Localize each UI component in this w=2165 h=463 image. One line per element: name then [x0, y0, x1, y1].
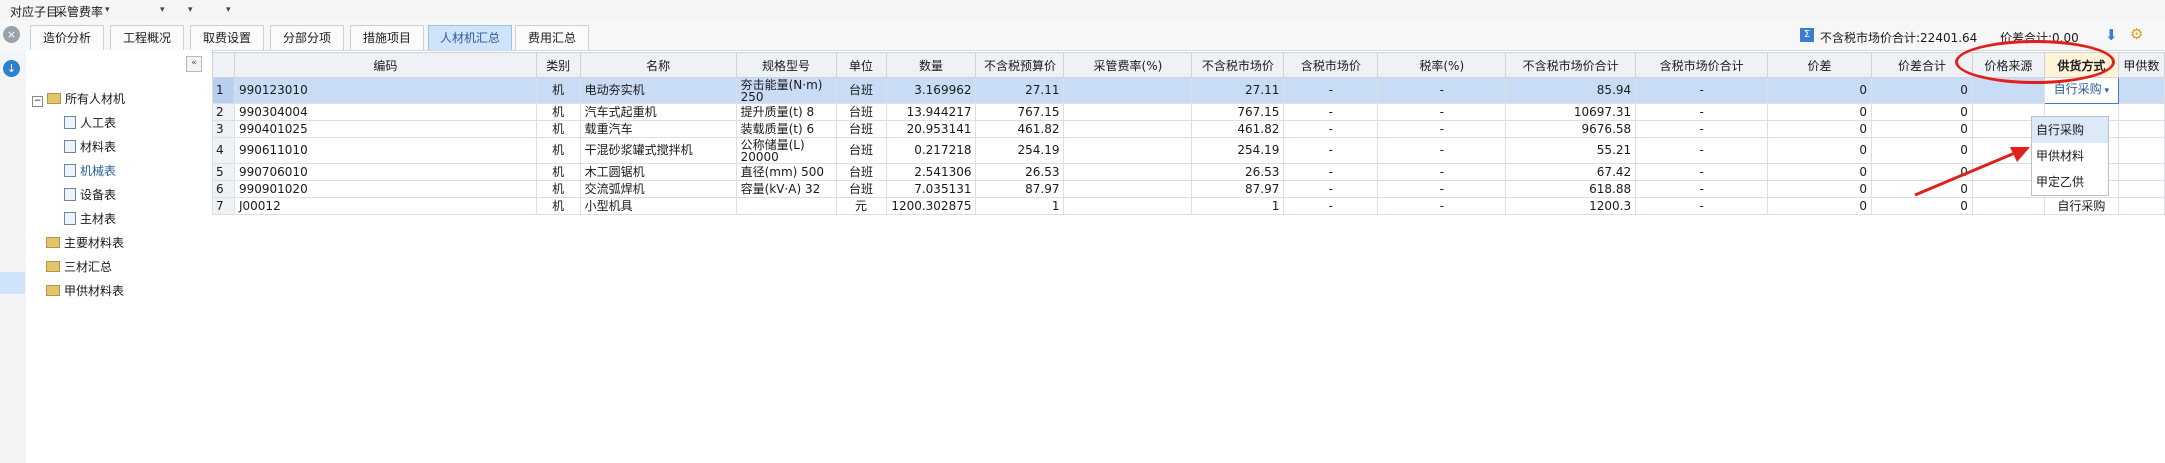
annotation-arrow [1914, 147, 2030, 197]
